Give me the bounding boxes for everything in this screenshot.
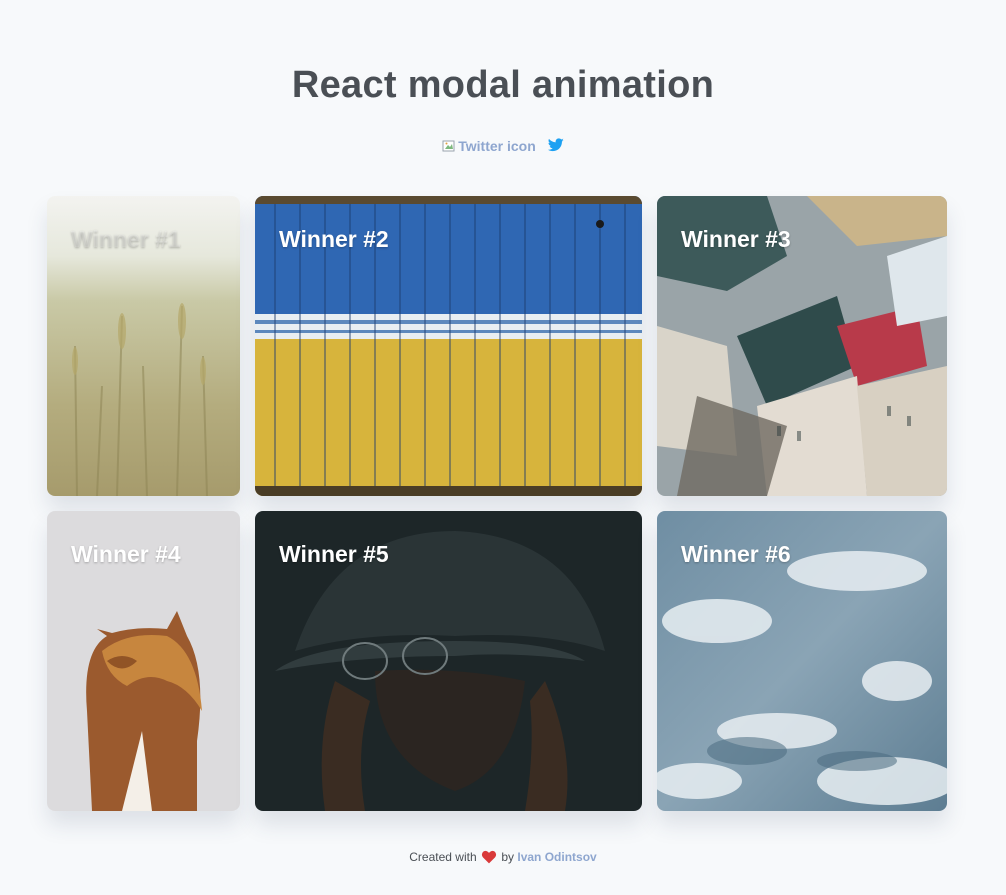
winner-card-2[interactable]: Winner #2 — [255, 196, 642, 496]
winner-card-label: Winner #3 — [681, 226, 791, 252]
footer-prefix: Created with — [409, 850, 477, 864]
footer: Created with by Ivan Odintsov — [0, 850, 1006, 864]
page: React modal animation Twitter icon Winne… — [0, 0, 1006, 895]
author-link[interactable]: Ivan Odintsov — [517, 850, 596, 864]
winner-card-6[interactable]: Winner #6 — [657, 511, 947, 811]
winner-card-label: Winner #4 — [71, 541, 181, 567]
winners-grid: Winner #1 Winner #2 Winner #3 Winner #4 … — [0, 0, 1006, 895]
winner-card-5[interactable]: Winner #5 — [255, 511, 642, 811]
winner-card-4[interactable]: Winner #4 — [47, 511, 240, 811]
winner-card-3[interactable]: Winner #3 — [657, 196, 947, 496]
winner-card-label: Winner #5 — [279, 541, 389, 567]
winner-card-1[interactable]: Winner #1 — [47, 196, 240, 496]
footer-middle: by — [501, 850, 515, 864]
winner-card-label: Winner #6 — [681, 541, 791, 567]
winner-card-label: Winner #1 — [71, 226, 181, 252]
heart-icon — [481, 850, 497, 864]
winner-card-label: Winner #2 — [279, 226, 389, 252]
